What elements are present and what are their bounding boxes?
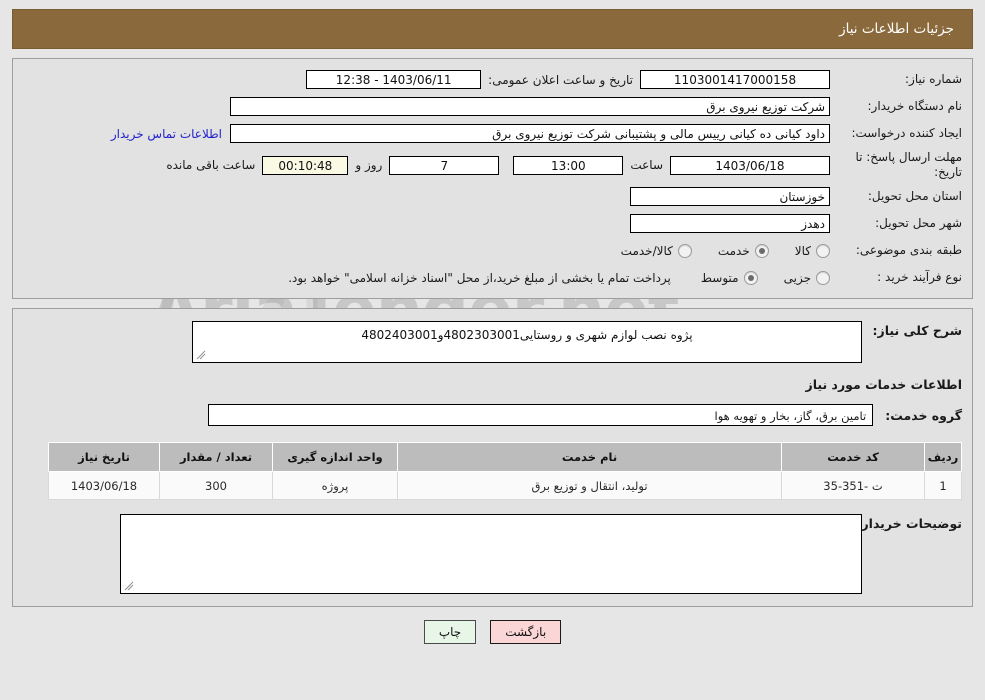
category-option-kala[interactable]: کالا	[794, 243, 830, 258]
deadline-label: مهلت ارسال پاسخ: تا تاریخ:	[855, 150, 962, 179]
category-option-khedmat-label: خدمت	[717, 243, 750, 258]
process-option-motavaset[interactable]: متوسط	[700, 270, 758, 285]
print-button[interactable]: چاپ	[423, 620, 477, 644]
th-code: کد خدمت	[781, 442, 925, 472]
need-info-panel: شماره نیاز: 1103001417000158 تاریخ و ساع…	[12, 58, 973, 299]
table-header-row: ردیف کد خدمت نام خدمت واحد اندازه گیری ت…	[48, 442, 962, 472]
radio-icon-kala-khedmat[interactable]	[677, 243, 692, 258]
radio-icon-motavaset[interactable]	[743, 270, 758, 285]
category-option-khedmat[interactable]: خدمت	[717, 243, 769, 258]
th-qty: تعداد / مقدار	[159, 442, 273, 472]
city-row: شهر محل تحویل: دهدز	[23, 213, 962, 234]
th-date: تاریخ نیاز	[48, 442, 160, 472]
service-group-row: گروه خدمت: تامین برق، گاز، بخار و تهویه …	[23, 404, 962, 426]
remaining-days-label: روز و	[355, 158, 383, 172]
need-number-label: شماره نیاز:	[905, 72, 962, 86]
province-label: استان محل تحویل:	[867, 189, 962, 203]
th-unit: واحد اندازه گیری	[272, 442, 398, 472]
buyer-org-row: نام دستگاه خریدار: شرکت توزیع نیروی برق	[23, 96, 962, 117]
process-option-jozei[interactable]: جزیی	[783, 270, 830, 285]
buyer-contact-info-link[interactable]: اطلاعات تماس خریدار	[103, 127, 230, 141]
table-row: 1 ت -351-35 تولید، انتقال و توزیع برق پر…	[48, 471, 962, 500]
cell-row: 1	[924, 471, 962, 500]
remaining-days-field[interactable]: 7	[389, 155, 500, 175]
announce-label: تاریخ و ساعت اعلان عمومی:	[488, 72, 633, 87]
action-button-bar: بازگشت چاپ	[0, 620, 985, 644]
th-name: نام خدمت	[397, 442, 782, 472]
cell-code: ت -351-35	[781, 471, 925, 500]
general-desc-label: شرح کلی نیاز:	[872, 323, 962, 338]
general-desc-textarea[interactable]: پژوه نصب لوازم شهری و روستایی4802303001و…	[192, 321, 862, 363]
category-option-kala-khedmat[interactable]: کالا/خدمت	[620, 243, 692, 258]
category-radio-group: کالا خدمت کالا/خدمت	[595, 243, 830, 258]
radio-icon-khedmat[interactable]	[754, 243, 769, 258]
buyer-notes-label: توضیحات خریدار:	[856, 516, 962, 531]
creator-label: ایجاد کننده درخواست:	[851, 126, 962, 140]
buyer-org-field[interactable]: شرکت توزیع نیروی برق	[230, 97, 830, 116]
services-table: ردیف کد خدمت نام خدمت واحد اندازه گیری ت…	[48, 442, 962, 500]
resize-handle-icon[interactable]	[196, 350, 206, 360]
buyer-notes-row: توضیحات خریدار:	[23, 514, 962, 594]
radio-icon-kala[interactable]	[816, 243, 830, 258]
deadline-row: مهلت ارسال پاسخ: تا تاریخ: 1403/06/18 سا…	[23, 150, 962, 180]
back-button[interactable]: بازگشت	[490, 620, 562, 644]
category-label: طبقه بندی موضوعی:	[855, 243, 962, 257]
th-row: ردیف	[924, 442, 962, 472]
deadline-hour-label: ساعت	[630, 158, 663, 172]
deadline-hour-field[interactable]: 13:00	[513, 155, 624, 175]
general-desc-row: شرح کلی نیاز: پژوه نصب لوازم شهری و روست…	[23, 321, 962, 363]
city-field[interactable]: دهدز	[630, 214, 830, 233]
page-root: جزئیات اطلاعات نیاز شماره نیاز: 11030014…	[0, 9, 985, 644]
resize-handle-icon[interactable]	[124, 581, 134, 591]
service-group-field[interactable]: تامین برق، گاز، بخار و تهویه هوا	[208, 404, 874, 426]
creator-row: ایجاد کننده درخواست: داود کیانی ده کیانی…	[23, 123, 962, 144]
cell-unit: پروژه	[272, 471, 398, 500]
cell-qty: 300	[159, 471, 273, 500]
province-field[interactable]: خوزستان	[630, 187, 830, 206]
remaining-time-countdown: 00:10:48	[262, 155, 349, 175]
deadline-date-field[interactable]: 1403/06/18	[670, 155, 830, 175]
process-note: پرداخت تمام یا بخشی از مبلغ خرید،از محل …	[288, 270, 671, 285]
category-row: طبقه بندی موضوعی: کالا خدمت کالا/خدمت	[23, 240, 962, 261]
process-row: نوع فرآیند خرید : جزیی متوسط پرداخت تمام…	[23, 267, 962, 288]
buyer-notes-textarea[interactable]	[120, 514, 862, 594]
buyer-org-label: نام دستگاه خریدار:	[867, 99, 963, 113]
process-option-jozei-label: جزیی	[783, 270, 811, 285]
cell-date: 1403/06/18	[48, 471, 160, 500]
city-label: شهر محل تحویل:	[875, 216, 962, 230]
need-number-row: شماره نیاز: 1103001417000158 تاریخ و ساع…	[23, 69, 962, 90]
remaining-time-label: ساعت باقی مانده	[166, 158, 256, 172]
creator-field[interactable]: داود کیانی ده کیانی رییس مالی و پشتیبانی…	[230, 124, 830, 143]
need-number-field[interactable]: 1103001417000158	[640, 70, 830, 89]
radio-icon-jozei[interactable]	[816, 270, 830, 285]
process-option-motavaset-label: متوسط	[700, 270, 739, 285]
category-option-kala-khedmat-label: کالا/خدمت	[620, 243, 673, 258]
category-option-kala-label: کالا	[794, 243, 811, 258]
general-desc-value: پژوه نصب لوازم شهری و روستایی4802303001و…	[361, 328, 693, 342]
province-row: استان محل تحویل: خوزستان	[23, 186, 962, 207]
services-section-title: اطلاعات خدمات مورد نیاز	[805, 377, 963, 392]
process-radio-group: جزیی متوسط پرداخت تمام یا بخشی از مبلغ خ…	[288, 270, 830, 285]
service-group-label: گروه خدمت:	[885, 407, 962, 423]
cell-name: تولید، انتقال و توزیع برق	[397, 471, 782, 500]
announce-datetime-field[interactable]: 1403/06/11 - 12:38	[306, 70, 482, 89]
service-details-panel: شرح کلی نیاز: پژوه نصب لوازم شهری و روست…	[12, 308, 973, 607]
process-label: نوع فرآیند خرید :	[877, 270, 962, 284]
page-title-bar: جزئیات اطلاعات نیاز	[12, 9, 973, 49]
page-title: جزئیات اطلاعات نیاز	[839, 21, 954, 37]
